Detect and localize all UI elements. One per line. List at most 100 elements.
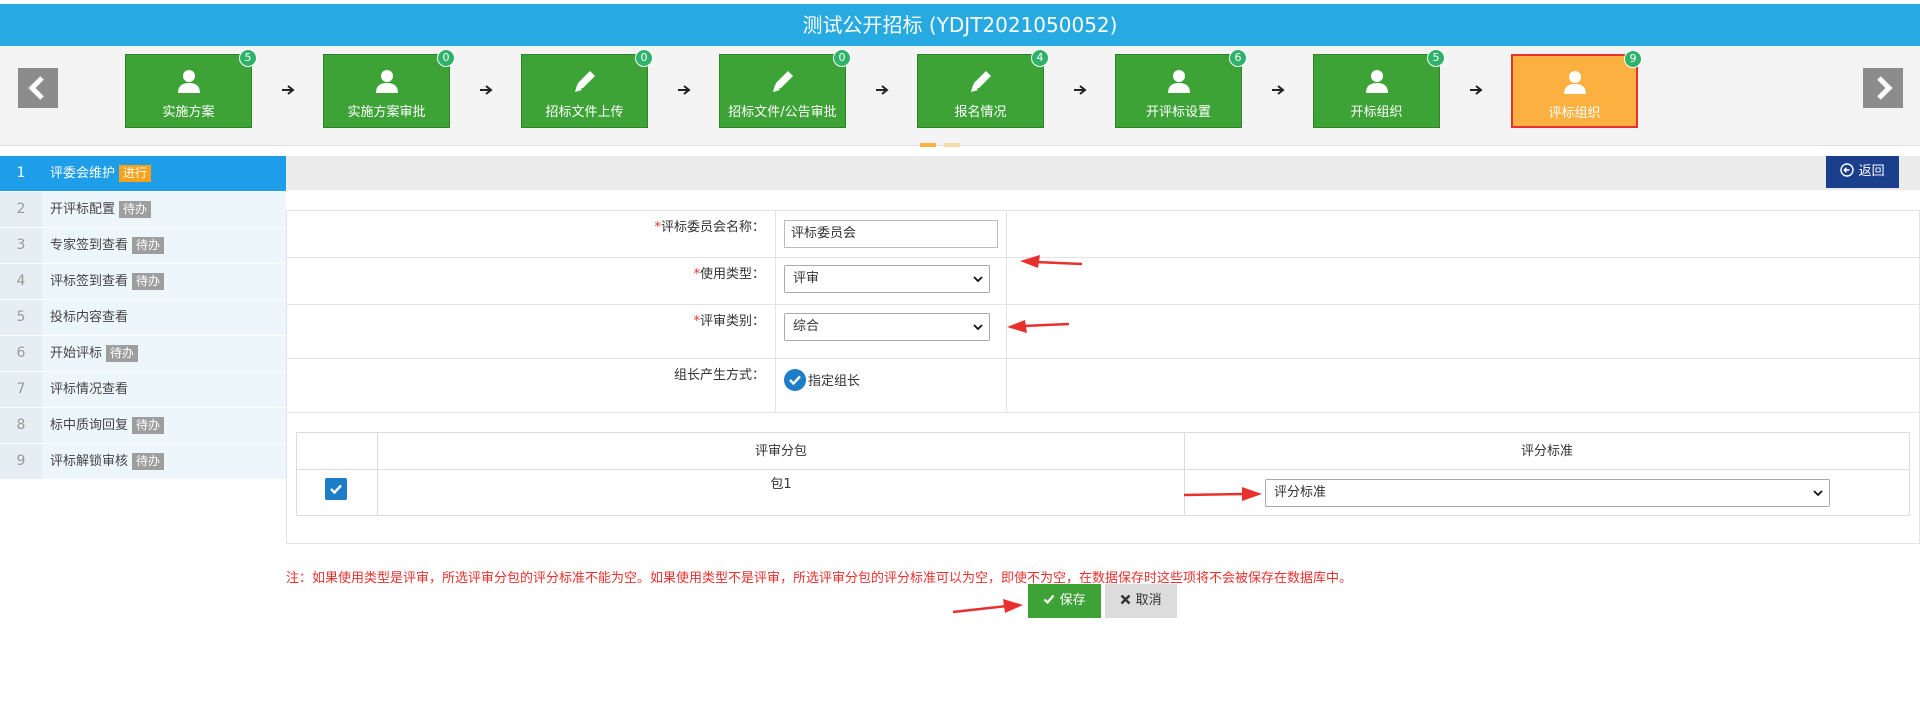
pencil-icon (970, 71, 991, 92)
carousel-indicator (920, 136, 968, 151)
sidebar-item-label: 标中质询回复 (50, 418, 129, 433)
sidebar-item-bid-content[interactable]: 5 投标内容查看 (0, 300, 286, 336)
user-icon (1167, 70, 1190, 93)
status-badge: 待办 (132, 273, 165, 290)
field-label: *使用类型： (287, 258, 776, 304)
field-cell: 指定组长 (776, 359, 1007, 412)
step-tender-upload[interactable]: 招标文件上传 0 (521, 49, 653, 128)
sidebar-item-evaluation-signin[interactable]: 4 评标签到查看 待办 (0, 264, 286, 300)
chevron-right-icon (1877, 76, 1893, 100)
sidebar-item-number: 4 (0, 264, 42, 299)
step-count-badge: 4 (1031, 49, 1049, 67)
table-header-standard: 评分标准 (1185, 433, 1909, 470)
sidebar-item-number: 2 (0, 192, 42, 227)
review-category-select[interactable]: 综合 (784, 313, 990, 341)
sidebar-item-label: 评委会维护 (50, 166, 116, 181)
arrow-right-icon (480, 85, 493, 95)
page-title: 测试公开招标 (YDJT2021050052) (0, 4, 1920, 46)
sidebar-item-unlock-review[interactable]: 9 评标解锁审核 待办 (0, 444, 286, 480)
checkmark-icon (789, 375, 801, 386)
sidebar-item-committee-maintenance[interactable]: 1 评委会维护 进行 (0, 156, 286, 192)
sidebar-item-evaluation-config[interactable]: 2 开评标配置 待办 (0, 192, 286, 228)
field-label: *评标委员会名称： (287, 211, 776, 257)
sidebar-item-expert-signin[interactable]: 3 专家签到查看 待办 (0, 228, 286, 264)
chevron-down-icon (1813, 490, 1823, 497)
sidebar-item-start-evaluation[interactable]: 6 开始评标 待办 (0, 336, 286, 372)
sidebar-item-evaluation-status[interactable]: 7 评标情况查看 (0, 372, 286, 408)
sidebar-item-inquiry-reply[interactable]: 8 标中质询回复 待办 (0, 408, 286, 444)
step-label: 报名情况 (954, 105, 1007, 120)
step-label: 招标文件/公告审批 (728, 105, 837, 120)
usage-type-label: 使用类型： (699, 267, 765, 282)
annotation-arrow-icon (952, 599, 1023, 614)
scoring-standard-select[interactable]: 评分标准 (1265, 479, 1830, 507)
step-implementation-plan[interactable]: 实施方案 5 (125, 49, 257, 128)
chevron-down-icon (973, 324, 983, 331)
step-registration[interactable]: 报名情况 4 (917, 49, 1049, 128)
back-button[interactable]: 返回 (1826, 156, 1899, 188)
form-row-committee-name: *评标委员会名称： 评标委员会 (287, 211, 1920, 258)
sidebar-item-number: 3 (0, 228, 42, 263)
chevron-left-icon (28, 76, 44, 100)
status-badge: 进行 (119, 165, 152, 182)
usage-type-select[interactable]: 评审 (784, 265, 990, 293)
save-button-label: 保存 (1059, 593, 1086, 608)
chevron-down-icon (973, 276, 983, 283)
step-tender-notice-approval[interactable]: 招标文件/公告审批 0 (719, 49, 851, 128)
step-count-badge: 5 (1427, 49, 1445, 67)
package-table: 评审分包 评分标准 包1 评分标准 (296, 432, 1910, 516)
sidebar-item-number: 6 (0, 336, 42, 371)
select-value: 评分标准 (1274, 485, 1327, 500)
form-row-review-category: *评审类别： 综合 (287, 305, 1920, 359)
committee-form: *评标委员会名称： 评标委员会 *使用类型： 评审 *评审类别： 综合 组长产生… (286, 210, 1920, 544)
back-button-label: 返回 (1858, 164, 1885, 179)
status-badge: 待办 (132, 417, 165, 434)
select-value: 评审 (793, 271, 820, 286)
sidebar-item-label: 评标解锁审核 (50, 454, 129, 469)
committee-name-input[interactable]: 评标委员会 (784, 220, 998, 248)
indicator-dot-active[interactable] (920, 143, 936, 147)
field-cell: 评标委员会 (776, 211, 1007, 257)
sidebar-item-label: 开评标配置 (50, 202, 116, 217)
step-label: 实施方案审批 (347, 105, 426, 120)
step-evaluation-organization[interactable]: 评标组织 9 (1511, 50, 1642, 128)
step-count-badge: 6 (1229, 49, 1247, 67)
designate-leader-label: 指定组长 (808, 374, 861, 389)
field-label: 组长产生方式： (287, 359, 776, 412)
annotation-arrow-icon (1183, 487, 1262, 501)
step-bid-opening[interactable]: 开标组织 5 (1313, 49, 1445, 128)
next-step-button[interactable] (1863, 68, 1903, 108)
field-label: *评审类别： (287, 305, 776, 358)
arrow-right-icon (282, 85, 295, 95)
annotation-arrow-icon (1007, 320, 1070, 333)
status-badge: 待办 (132, 237, 165, 254)
step-plan-approval[interactable]: 实施方案审批 0 (323, 49, 455, 128)
check-icon (1044, 594, 1055, 605)
sidebar-item-label: 开始评标 (50, 346, 103, 361)
prev-step-button[interactable] (18, 68, 58, 108)
user-icon (1365, 70, 1388, 93)
step-count-badge: 0 (635, 49, 653, 67)
package-checkbox[interactable] (325, 478, 347, 500)
sidebar-item-label: 评标情况查看 (50, 382, 129, 397)
back-arrow-icon (1840, 163, 1855, 177)
form-row-leader-method: 组长产生方式： 指定组长 (287, 359, 1920, 413)
cancel-button[interactable]: 取消 (1105, 584, 1177, 618)
step-count-badge: 0 (437, 49, 455, 67)
workflow-steps: 实施方案 5 实施方案审批 0 招标文件上传 0 招标文件/公告审批 0 报名情… (0, 46, 1920, 147)
step-count-badge: 0 (833, 49, 851, 67)
sidebar-item-number: 8 (0, 408, 42, 443)
table-cell-select (297, 470, 378, 516)
step-count-badge: 5 (239, 49, 257, 67)
step-bid-opening-setup[interactable]: 开评标设置 6 (1115, 49, 1247, 128)
arrow-right-icon (1074, 85, 1087, 95)
sidebar-item-label: 专家签到查看 (50, 238, 129, 253)
table-header-select (297, 433, 378, 470)
save-button[interactable]: 保存 (1028, 584, 1101, 618)
sidebar-item-number: 7 (0, 372, 42, 407)
arrow-right-icon (876, 85, 889, 95)
designate-leader-radio[interactable] (784, 369, 806, 391)
validation-note: 注：如果使用类型是评审，所选评审分包的评分标准不能为空。如果使用类型不是评审，所… (286, 571, 1353, 586)
indicator-dot[interactable] (944, 143, 960, 147)
arrow-right-icon (1272, 85, 1285, 95)
